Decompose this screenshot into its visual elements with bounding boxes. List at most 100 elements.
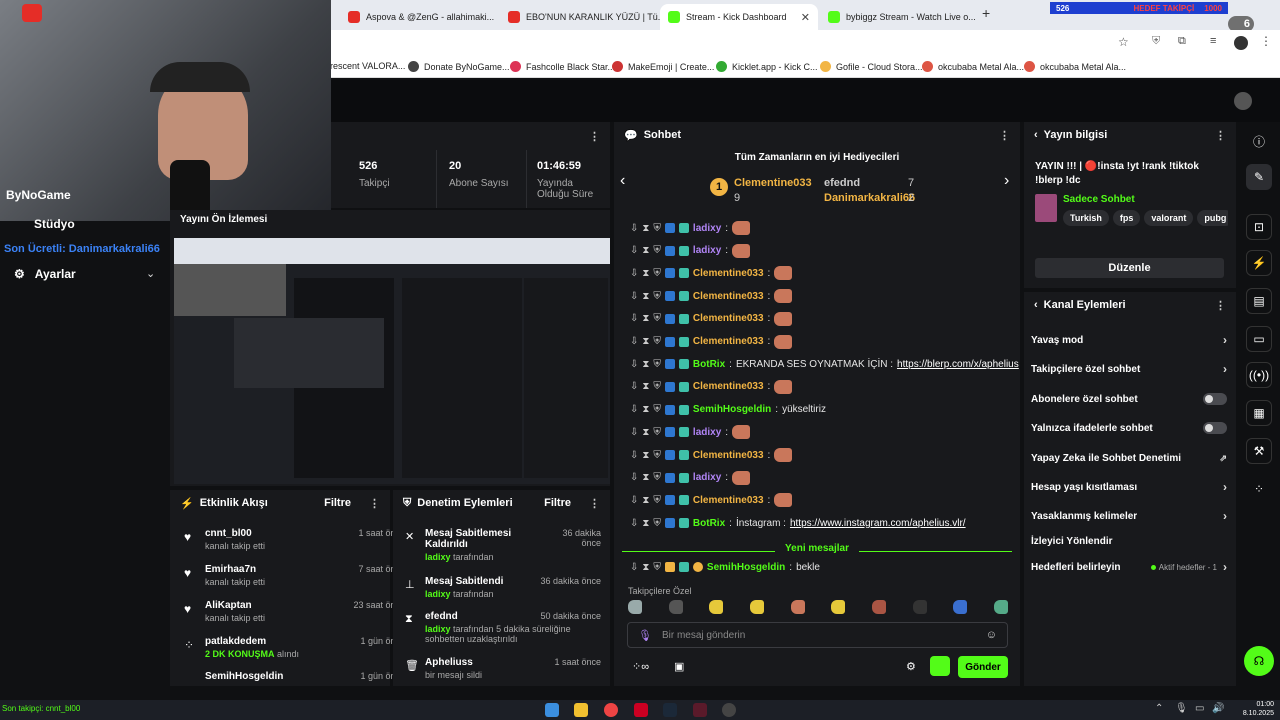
bookmark-2[interactable]: Donate ByNoGame...: [408, 61, 510, 72]
store-icon[interactable]: ▣: [674, 660, 684, 673]
chat-username[interactable]: Clementine033: [693, 313, 764, 324]
chat-link[interactable]: https://blerp.com/x/aphelius: [897, 359, 1019, 370]
file-explorer-icon[interactable]: [574, 703, 588, 717]
account-age-row[interactable]: Hesap yaşı kısıtlaması ›: [1031, 476, 1227, 498]
chat-link[interactable]: https://www.instagram.com/aphelius.vlr/: [790, 518, 966, 529]
bookmark-8[interactable]: okcubaba Metal Ala...: [1024, 61, 1126, 72]
app-icon[interactable]: [634, 703, 648, 717]
ban-icon[interactable]: ⛨: [653, 518, 661, 529]
emote[interactable]: [709, 600, 724, 614]
mic-icon[interactable]: 🎙: [1175, 703, 1188, 714]
chat-input[interactable]: 🎙 Bir mesaj gönderin ☺: [627, 622, 1008, 648]
wrench-icon[interactable]: ⚒: [1246, 438, 1272, 464]
emote[interactable]: [790, 600, 805, 614]
ban-icon[interactable]: ⛨: [653, 291, 661, 302]
chrome-icon[interactable]: [604, 703, 618, 717]
layout-icon[interactable]: ▦: [1246, 400, 1272, 426]
pin-icon[interactable]: ⇩: [630, 495, 638, 506]
timeout-icon[interactable]: ⧗: [642, 518, 649, 529]
capture-icon[interactable]: ⊡: [1246, 214, 1272, 240]
ban-icon[interactable]: ⛨: [653, 404, 661, 415]
timeout-icon[interactable]: ⧗: [642, 223, 649, 234]
bookmark-4[interactable]: MakeEmoji | Create...: [612, 61, 714, 72]
chat-username[interactable]: BotRix: [693, 359, 725, 370]
kick-logo-icon[interactable]: [930, 656, 950, 676]
chat-username[interactable]: SemihHosgeldin: [693, 404, 771, 415]
more-icon[interactable]: ⋮: [999, 129, 1010, 142]
pin-icon[interactable]: ⇩: [630, 359, 638, 370]
pin-icon[interactable]: ⇩: [630, 450, 638, 461]
goals-row[interactable]: Hedefleri belirleyin Aktif hedefler - 1 ›: [1031, 556, 1227, 578]
pin-icon[interactable]: ⇩: [630, 291, 638, 302]
timeout-icon[interactable]: ⧗: [642, 359, 649, 370]
chat-username[interactable]: Clementine033: [693, 268, 764, 279]
browser-tab-2[interactable]: EBO'NUN KARANLIK YÜZÜ | Tü...✕: [500, 4, 660, 30]
ban-icon[interactable]: ⛨: [653, 495, 661, 506]
volume-icon[interactable]: 🔊: [1212, 703, 1224, 714]
emote[interactable]: [749, 600, 764, 614]
ban-icon[interactable]: ⛨: [653, 268, 661, 279]
windows-start-icon[interactable]: [545, 703, 559, 717]
timeout-icon[interactable]: ⧗: [642, 404, 649, 415]
bookmark-5[interactable]: Kicklet.app - Kick C...: [716, 61, 818, 72]
info-icon[interactable]: ⓘ: [1246, 128, 1272, 154]
browser-tab-4[interactable]: bybiggz Stream - Watch Live o...✕: [820, 4, 978, 30]
chat-username[interactable]: Clementine033: [693, 336, 764, 347]
chat-username[interactable]: Clementine033: [693, 450, 764, 461]
category-name[interactable]: Sadece Sohbet: [1063, 194, 1135, 205]
pin-icon[interactable]: ⇩: [630, 223, 638, 234]
timeout-icon[interactable]: ⧗: [642, 291, 649, 302]
mic-icon[interactable]: 🎙: [638, 629, 652, 642]
extensions-icon[interactable]: ⧉: [1178, 35, 1186, 48]
bookmark-1[interactable]: rescent VALORA...: [330, 61, 405, 71]
ban-icon[interactable]: ⛨: [653, 313, 661, 324]
ban-icon[interactable]: ⛨: [653, 472, 661, 483]
emote[interactable]: [831, 600, 846, 614]
pin-icon[interactable]: ⇩: [630, 562, 638, 573]
subscribers-only-toggle[interactable]: [1203, 393, 1227, 405]
emote[interactable]: [953, 600, 968, 614]
banned-words-row[interactable]: Yasaklanmış kelimeler ›: [1031, 505, 1227, 527]
obs-icon[interactable]: [722, 703, 736, 717]
pin-icon[interactable]: ⇩: [630, 404, 638, 415]
pin-icon[interactable]: ⇩: [630, 245, 638, 256]
app-icon[interactable]: [693, 703, 707, 717]
chevron-left-icon[interactable]: ‹: [1034, 299, 1038, 311]
emotes-only-toggle[interactable]: [1203, 422, 1227, 434]
sidebar-item-settings[interactable]: ⚙ Ayarlar: [14, 267, 76, 281]
timeout-icon[interactable]: ⧗: [642, 427, 649, 438]
chat-icon[interactable]: ▭: [1246, 326, 1272, 352]
chevron-up-icon[interactable]: ⌃: [1155, 703, 1163, 714]
ban-icon[interactable]: ⛨: [653, 223, 661, 234]
shield-icon[interactable]: ⛨: [1152, 35, 1160, 48]
media-icon[interactable]: ≡: [1210, 35, 1216, 47]
emote[interactable]: [993, 600, 1008, 614]
timeout-icon[interactable]: ⧗: [642, 495, 649, 506]
gear-icon[interactable]: ⚙: [906, 660, 916, 673]
filter-button[interactable]: Filtre: [324, 497, 351, 509]
edit-icon[interactable]: ✎: [1246, 164, 1272, 190]
lightning-icon[interactable]: ⚡: [1246, 250, 1272, 276]
pin-icon[interactable]: ⇩: [630, 268, 638, 279]
bookmark-6[interactable]: Gofile - Cloud Stora...: [820, 61, 923, 72]
more-icon[interactable]: ⋮: [1215, 299, 1226, 312]
pin-icon[interactable]: ⇩: [630, 313, 638, 324]
followers-only-row[interactable]: Takipçilere özel sohbet ›: [1031, 358, 1227, 380]
send-button[interactable]: Gönder: [958, 656, 1008, 678]
chevron-left-icon[interactable]: ‹: [620, 172, 625, 190]
emote[interactable]: [871, 600, 886, 614]
preview-video[interactable]: [174, 238, 610, 484]
emote[interactable]: [912, 600, 927, 614]
more-icon[interactable]: ⋮: [369, 497, 380, 510]
help-icon[interactable]: ☊: [1244, 646, 1274, 676]
browser-tab-1[interactable]: Aspova & @ZenG - allahimaki...✕: [340, 4, 498, 30]
raid-row[interactable]: İzleyici Yönlendir: [1031, 530, 1227, 552]
user-avatar[interactable]: [1234, 92, 1252, 110]
clock[interactable]: 01:00 8.10.2025: [1230, 700, 1274, 718]
chevron-left-icon[interactable]: ‹: [1034, 129, 1038, 141]
broadcast-icon[interactable]: ((•)): [1246, 362, 1272, 388]
chat-username[interactable]: Clementine033: [693, 381, 764, 392]
profile-avatar[interactable]: [1234, 36, 1248, 50]
pin-icon[interactable]: ⇩: [630, 427, 638, 438]
chat-username[interactable]: ladixy: [693, 223, 721, 234]
